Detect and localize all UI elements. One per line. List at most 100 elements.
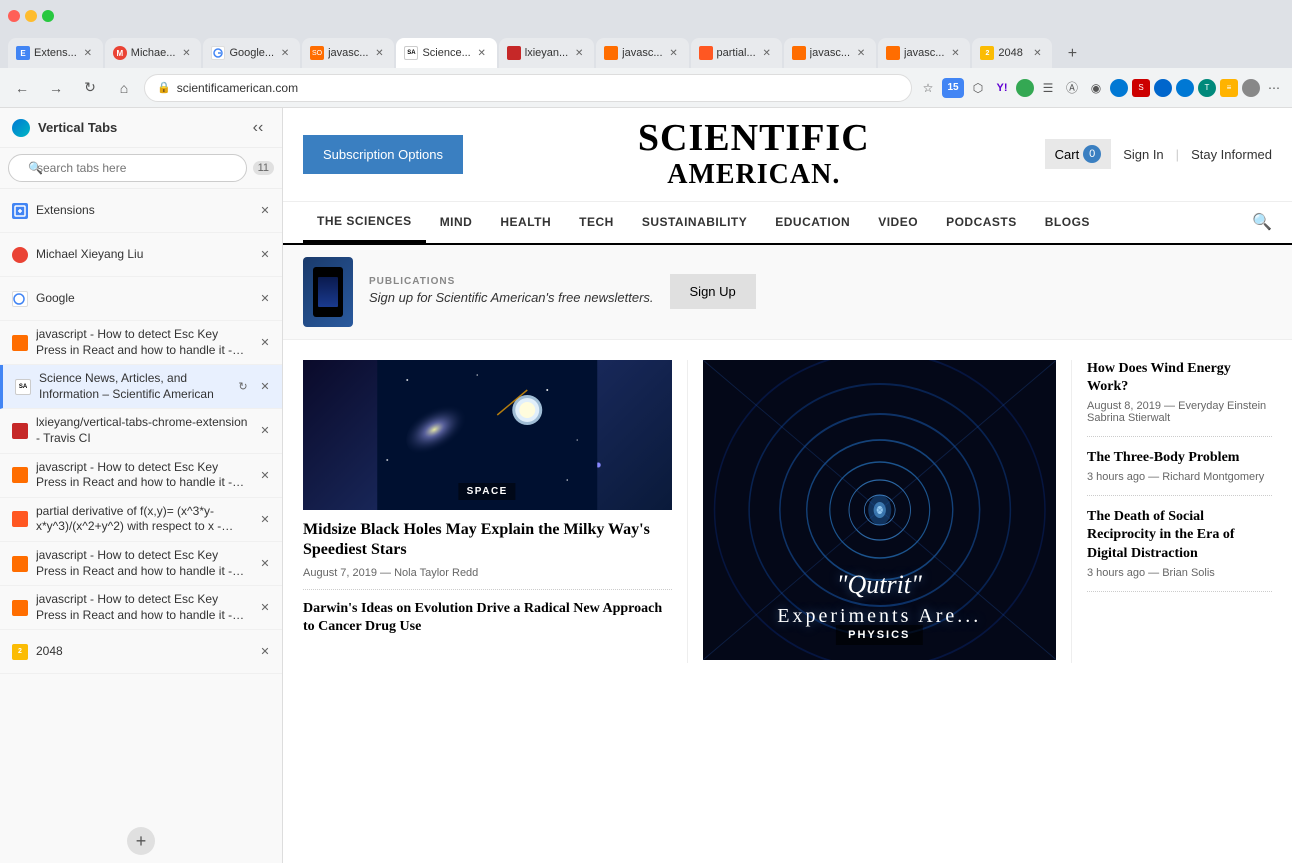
sidebar-article-wind: How Does Wind Energy Work? August 8, 201… xyxy=(1087,360,1272,437)
nav-item-health[interactable]: HEALTH xyxy=(486,203,565,241)
reload-tab-sa[interactable]: ↻ xyxy=(234,378,252,396)
tab-title-2048: 2048 xyxy=(998,47,1026,59)
nav-item-sciences[interactable]: THE SCIENCES xyxy=(303,202,426,243)
nav-search-icon[interactable]: 🔍 xyxy=(1252,212,1272,232)
nav-item-video[interactable]: VIDEO xyxy=(864,203,932,241)
tab-actions-partial: ✕ xyxy=(256,510,274,528)
cart-button[interactable]: Cart 0 xyxy=(1045,139,1112,169)
tab-close-2048[interactable]: ✕ xyxy=(1030,46,1044,60)
tab-favicon-js3-sidebar xyxy=(12,556,28,572)
close-tab-sa[interactable]: ✕ xyxy=(256,378,274,396)
article-card-left: SPACE Midsize Black Holes May Explain th… xyxy=(303,360,688,663)
browser-icon-a[interactable]: Ⓐ xyxy=(1062,78,1082,98)
sidebar-item-js2[interactable]: javascript - How to detect Esc Key Press… xyxy=(0,454,282,498)
browser-tab-sa[interactable]: SA Science... ✕ xyxy=(396,38,496,68)
sidebar-item-js1[interactable]: javascript - How to detect Esc Key Press… xyxy=(0,321,282,365)
browser-tab-ext[interactable]: E Extens... ✕ xyxy=(8,38,103,68)
brand-icon-2[interactable] xyxy=(1110,79,1128,97)
browser-tab-js4[interactable]: javasc... ✕ xyxy=(878,38,970,68)
sidebar-item-partial[interactable]: partial derivative of f(x,y)= (x^3*y-x*y… xyxy=(0,498,282,542)
nav-item-tech[interactable]: TECH xyxy=(565,203,628,241)
reload-button[interactable]: ↻ xyxy=(76,74,104,102)
add-tab-button[interactable]: + xyxy=(127,827,155,855)
tab-favicon-js1-sidebar xyxy=(12,335,28,351)
tab-close-partial[interactable]: ✕ xyxy=(760,46,774,60)
tab-close-michael[interactable]: ✕ xyxy=(179,46,193,60)
search-wrapper: 🔍 xyxy=(8,154,247,182)
tab-favicon-lxieyang xyxy=(507,46,521,60)
brand-icon-5[interactable] xyxy=(1176,79,1194,97)
close-tab-js2[interactable]: ✕ xyxy=(256,466,274,484)
tab-close-js3[interactable]: ✕ xyxy=(854,46,868,60)
back-button[interactable]: ← xyxy=(8,74,36,102)
immersive-icon[interactable]: ◉ xyxy=(1086,78,1106,98)
sidebar-item-michael[interactable]: Michael Xieyang Liu ✕ xyxy=(0,233,282,277)
collections-icon[interactable]: ⬡ xyxy=(968,78,988,98)
tab-close-js1[interactable]: ✕ xyxy=(372,46,386,60)
sidebar-icon[interactable]: ≡ xyxy=(1220,79,1238,97)
sidebar-item-js4[interactable]: javascript - How to detect Esc Key Press… xyxy=(0,586,282,630)
browser-tab-js3[interactable]: javasc... ✕ xyxy=(784,38,876,68)
sidebar-item-2048[interactable]: 2 2048 ✕ xyxy=(0,630,282,674)
tab-close-google[interactable]: ✕ xyxy=(278,46,292,60)
browser-tab-google[interactable]: Google... ✕ xyxy=(203,38,300,68)
url-bar[interactable]: 🔒 scientificamerican.com xyxy=(144,74,912,102)
sidebar-article-meta-social: 3 hours ago — Brian Solis xyxy=(1087,567,1272,579)
tab-close-lxieyang[interactable]: ✕ xyxy=(572,46,586,60)
stay-informed-link[interactable]: Stay Informed xyxy=(1191,147,1272,162)
browser-tab-js2[interactable]: javasc... ✕ xyxy=(596,38,688,68)
close-window-button[interactable] xyxy=(8,10,20,22)
browser-tab-michael[interactable]: M Michae... ✕ xyxy=(105,38,202,68)
close-tab-google[interactable]: ✕ xyxy=(256,290,274,308)
close-tab-lxieyang[interactable]: ✕ xyxy=(256,422,274,440)
star-icon[interactable]: ☆ xyxy=(918,78,938,98)
nav-item-mind[interactable]: MIND xyxy=(426,203,487,241)
menu-icon[interactable]: ⋯ xyxy=(1264,78,1284,98)
sidebar-item-js3[interactable]: javascript - How to detect Esc Key Press… xyxy=(0,542,282,586)
brand-icon-1[interactable] xyxy=(1016,79,1034,97)
nav-item-blogs[interactable]: BLOGS xyxy=(1031,203,1104,241)
close-tab-partial[interactable]: ✕ xyxy=(256,510,274,528)
new-tab-button[interactable]: + xyxy=(1058,40,1086,68)
browser-tab-partial[interactable]: partial... ✕ xyxy=(691,38,782,68)
browser-tab-js1[interactable]: SO javasc... ✕ xyxy=(302,38,394,68)
home-button[interactable]: ⌂ xyxy=(110,74,138,102)
tab-search-input[interactable] xyxy=(8,154,247,182)
browser-tab-2048[interactable]: 2 2048 ✕ xyxy=(972,38,1052,68)
forward-button[interactable]: → xyxy=(42,74,70,102)
profile-icon[interactable] xyxy=(1242,79,1260,97)
sign-in-link[interactable]: Sign In xyxy=(1123,147,1163,162)
close-tab-js4[interactable]: ✕ xyxy=(256,599,274,617)
close-tab-michael[interactable]: ✕ xyxy=(256,246,274,264)
nav-item-sustainability[interactable]: SUSTAINABILITY xyxy=(628,203,761,241)
signup-button[interactable]: Sign Up xyxy=(670,274,756,309)
nav-item-podcasts[interactable]: PODCASTS xyxy=(932,203,1031,241)
tab-close-sa[interactable]: ✕ xyxy=(475,46,489,60)
reader-mode-icon[interactable]: ☰ xyxy=(1038,78,1058,98)
collapse-sidebar-button[interactable]: ‹‹ xyxy=(246,116,270,140)
maximize-window-button[interactable] xyxy=(42,10,54,22)
sa-logo-line1: SCIENTIFIC xyxy=(483,118,1025,160)
yahoo-icon[interactable]: Y! xyxy=(992,78,1012,98)
brand-icon-3[interactable]: S xyxy=(1132,79,1150,97)
close-tab-2048[interactable]: ✕ xyxy=(256,643,274,661)
sidebar-item-extensions[interactable]: Extensions ✕ xyxy=(0,189,282,233)
tab-favicon-2048: 2 xyxy=(980,46,994,60)
tab-close-js4[interactable]: ✕ xyxy=(948,46,962,60)
nav-item-education[interactable]: EDUCATION xyxy=(761,203,864,241)
minimize-window-button[interactable] xyxy=(25,10,37,22)
sidebar-item-google[interactable]: Google ✕ xyxy=(0,277,282,321)
translator-icon[interactable]: T xyxy=(1198,79,1216,97)
brand-icon-4[interactable] xyxy=(1154,79,1172,97)
close-tab-js3[interactable]: ✕ xyxy=(256,555,274,573)
tab-close-js2[interactable]: ✕ xyxy=(667,46,681,60)
close-tab-js1[interactable]: ✕ xyxy=(256,334,274,352)
sidebar-item-sa[interactable]: SA Science News, Articles, and Informati… xyxy=(0,365,282,409)
tab-close-ext[interactable]: ✕ xyxy=(81,46,95,60)
shield-icon[interactable]: 15 xyxy=(942,78,964,98)
browser-tab-lxieyang[interactable]: lxieyan... ✕ xyxy=(499,38,594,68)
sidebar-item-lxieyang[interactable]: lxieyang/vertical-tabs-chrome-extension … xyxy=(0,409,282,453)
article-divider-left xyxy=(303,589,672,590)
subscribe-button[interactable]: Subscription Options xyxy=(303,135,463,174)
close-tab-extensions[interactable]: ✕ xyxy=(256,202,274,220)
